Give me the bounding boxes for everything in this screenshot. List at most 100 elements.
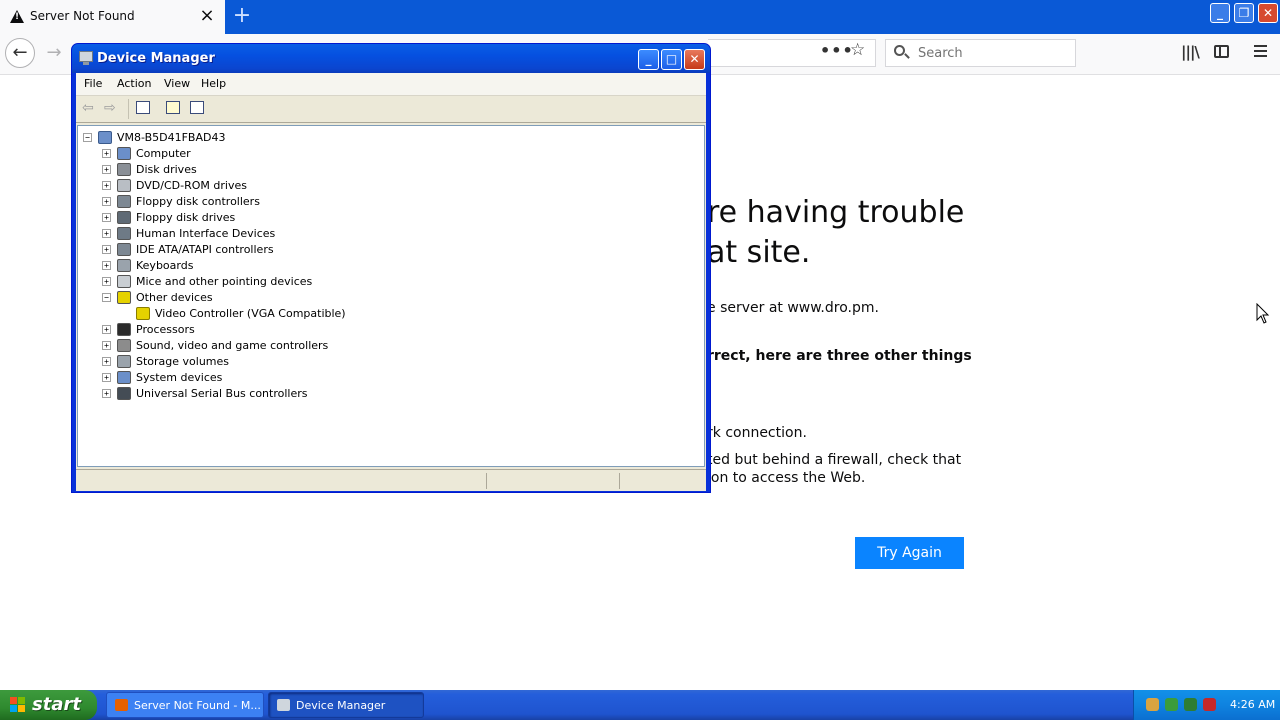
show-hide-tree-icon[interactable]: [136, 101, 150, 114]
expand-icon[interactable]: +: [102, 389, 111, 398]
expand-icon[interactable]: +: [102, 181, 111, 190]
try-again-button[interactable]: Try Again: [855, 537, 964, 569]
update-tray-icon[interactable]: [1165, 698, 1178, 711]
windows-logo-icon: [10, 697, 26, 713]
start-label: start: [32, 694, 81, 715]
tree-category-label: DVD/CD-ROM drives: [136, 179, 247, 192]
error-tip-2: ted but behind a firewall, check that io…: [707, 452, 962, 486]
expand-icon[interactable]: +: [102, 277, 111, 286]
restore-button[interactable]: ❐: [1234, 3, 1254, 23]
shield-tray-icon[interactable]: [1203, 698, 1216, 711]
back-arrow-icon[interactable]: ⇦: [82, 100, 94, 116]
network-tray-icon[interactable]: [1146, 698, 1159, 711]
taskbar: start Server Not Found - M... Device Man…: [0, 690, 1280, 720]
status-bar: [76, 469, 706, 491]
minimize-button[interactable]: _: [1210, 3, 1230, 23]
dm-minimize-button[interactable]: _: [638, 49, 659, 70]
menu-help[interactable]: Help: [201, 77, 226, 90]
ide-controller-icon: [117, 243, 131, 256]
tree-category-label: Other devices: [136, 291, 213, 304]
tree-category-label: IDE ATA/ATAPI controllers: [136, 243, 274, 256]
back-button[interactable]: ←: [5, 38, 35, 68]
menu-view[interactable]: View: [164, 77, 190, 90]
help-pane-icon[interactable]: [190, 101, 204, 114]
search-placeholder: Search: [918, 46, 963, 61]
keyboard-icon: [117, 259, 131, 272]
expand-icon[interactable]: +: [102, 341, 111, 350]
error-title: re having trouble at site.: [707, 195, 965, 270]
dm-close-button[interactable]: ✕: [684, 49, 705, 70]
bookmark-star-icon[interactable]: ☆: [850, 40, 865, 60]
tree-category-label: Processors: [136, 323, 195, 336]
menu-bar: File Action View Help: [76, 73, 706, 96]
device-manager-icon: [79, 51, 93, 65]
device-manager-window[interactable]: Device Manager _ □ ✕ File Action View He…: [71, 43, 711, 493]
menu-action[interactable]: Action: [117, 77, 151, 90]
tree-category-label: Floppy disk drives: [136, 211, 236, 224]
device-manager-icon: [277, 699, 290, 711]
unknown-device-icon: [136, 307, 150, 320]
processor-icon: [117, 323, 131, 336]
expand-icon[interactable]: +: [102, 149, 111, 158]
forward-arrow-icon[interactable]: ⇨: [104, 100, 116, 116]
mouse-icon: [117, 275, 131, 288]
tree-category-label: Mice and other pointing devices: [136, 275, 313, 288]
tree-category-label: Storage volumes: [136, 355, 230, 368]
search-input[interactable]: Search: [885, 39, 1076, 67]
tree-category-label: Human Interface Devices: [136, 227, 276, 240]
sidebar-icon[interactable]: [1214, 45, 1229, 58]
clock: 4:26 AM: [1230, 698, 1276, 711]
dm-maximize-button[interactable]: □: [661, 49, 682, 70]
floppy-drive-icon: [117, 211, 131, 224]
expand-icon[interactable]: +: [102, 229, 111, 238]
storage-volume-icon: [117, 355, 131, 368]
browser-tab[interactable]: ! Server Not Found ×: [0, 0, 225, 34]
computer-icon: [98, 131, 112, 144]
firefox-icon: [115, 699, 128, 711]
tree-category-label: Universal Serial Bus controllers: [136, 387, 308, 400]
page-actions-icon[interactable]: •••: [820, 41, 854, 60]
security-tray-icon[interactable]: [1184, 698, 1197, 711]
properties-icon[interactable]: [166, 101, 180, 114]
device-manager-titlebar[interactable]: Device Manager _ □ ✕: [72, 44, 710, 73]
error-suggestion-heading: rrect, here are three other things: [707, 348, 972, 364]
menu-file[interactable]: File: [84, 77, 102, 90]
error-description: e server at www.dro.pm.: [707, 300, 879, 316]
new-tab-button[interactable]: +: [231, 4, 253, 28]
browser-tab-strip: ! Server Not Found × + _ ❐ ✕: [0, 0, 1280, 34]
tab-close-icon[interactable]: ×: [199, 5, 215, 27]
taskbar-device-manager-button[interactable]: Device Manager: [268, 692, 424, 718]
hid-icon: [117, 227, 131, 240]
error-tip-1: rk connection.: [707, 425, 807, 441]
computer-icon: [117, 147, 131, 160]
window-title: Device Manager: [97, 51, 215, 66]
usb-icon: [117, 387, 131, 400]
disk-drive-icon: [117, 163, 131, 176]
tree-category-label: Keyboards: [136, 259, 194, 272]
expand-icon[interactable]: +: [102, 325, 111, 334]
tree-category-label: System devices: [136, 371, 223, 384]
expand-icon[interactable]: +: [102, 197, 111, 206]
floppy-controller-icon: [117, 195, 131, 208]
collapse-icon[interactable]: −: [83, 133, 92, 142]
tree-category-label: Floppy disk controllers: [136, 195, 260, 208]
forward-button[interactable]: →: [44, 42, 64, 64]
start-button[interactable]: start: [0, 690, 97, 720]
sound-icon: [117, 339, 131, 352]
expand-icon[interactable]: +: [102, 261, 111, 270]
cd-drive-icon: [117, 179, 131, 192]
device-tree[interactable]: − VM8-B5D41FBAD43 + Computer + Disk drives +…: [77, 125, 705, 467]
close-button[interactable]: ✕: [1258, 3, 1278, 23]
tree-category-label: Disk drives: [136, 163, 197, 176]
expand-icon[interactable]: +: [102, 357, 111, 366]
hamburger-menu-icon[interactable]: [1254, 45, 1267, 60]
expand-icon[interactable]: +: [102, 165, 111, 174]
tree-device-label: Video Controller (VGA Compatible): [155, 307, 346, 320]
collapse-icon[interactable]: −: [102, 293, 111, 302]
expand-icon[interactable]: +: [102, 213, 111, 222]
expand-icon[interactable]: +: [102, 245, 111, 254]
device-manager-client: File Action View Help ⇦ ⇨ − VM8-B5D41FBA…: [76, 73, 706, 491]
taskbar-firefox-button[interactable]: Server Not Found - M...: [106, 692, 264, 718]
expand-icon[interactable]: +: [102, 373, 111, 382]
library-icon[interactable]: |||\: [1181, 43, 1200, 61]
